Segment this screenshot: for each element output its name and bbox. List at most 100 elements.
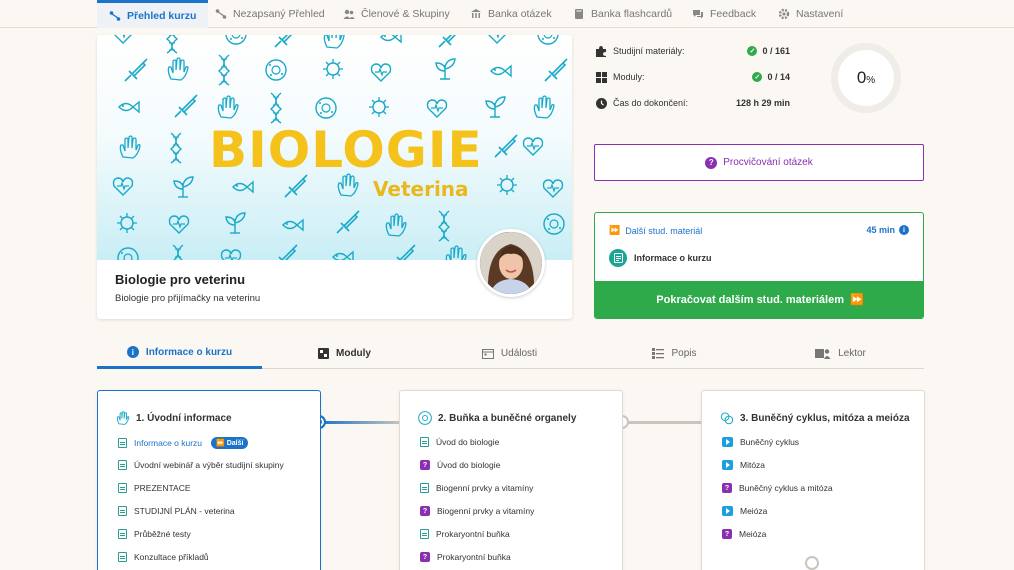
module-item[interactable]: ? Úvod do biologie — [420, 460, 500, 470]
module-title: 2. Buňka a buněčné organely — [418, 411, 576, 425]
next-badge: ⏩ Další — [211, 437, 249, 449]
section-tabs: i Informace o kurzu Moduly Události Popi… — [97, 338, 924, 369]
tab-course-info[interactable]: i Informace o kurzu — [97, 338, 262, 369]
flow-icon — [109, 10, 121, 21]
banner-subtitle: Veterina — [373, 177, 469, 201]
cell-icon — [418, 411, 432, 425]
module-item[interactable]: Průběžné testy — [118, 529, 191, 539]
tab-lecturer[interactable]: Lektor — [757, 338, 924, 369]
hand-icon — [116, 411, 130, 425]
feedback-icon — [693, 10, 703, 19]
stat-time: Čas do dokončení: 128 h 29 min — [596, 96, 796, 110]
course-card: BIOLOGIE Veterina Biologie pro veterinu … — [97, 35, 572, 319]
document-icon — [118, 552, 127, 562]
module-item[interactable]: Úvod do biologie — [420, 437, 499, 447]
tab-label: Členové & Skupiny — [361, 8, 450, 20]
next-material-time: 45 min i — [866, 225, 909, 235]
tab-members-groups[interactable]: Členové & Skupiny — [343, 0, 450, 28]
tab-settings[interactable]: Nastavení — [778, 0, 843, 28]
document-icon — [420, 529, 429, 539]
tab-label: Feedback — [710, 8, 757, 20]
module-item[interactable]: Meióza — [722, 506, 767, 516]
quiz-icon: ? — [420, 506, 430, 516]
tab-feedback[interactable]: Feedback — [692, 0, 756, 28]
tab-description[interactable]: Popis — [592, 338, 757, 369]
progress-percent: 0% — [856, 68, 876, 87]
quiz-icon: ? — [420, 460, 430, 470]
stat-value: ✓ 0 / 14 — [752, 72, 790, 82]
module-item[interactable]: Informace o kurzu ⏩ Další — [118, 437, 249, 449]
list-icon — [652, 348, 665, 359]
practice-questions-button[interactable]: ? Procvičování otázek — [594, 144, 924, 181]
next-material-box: ⏩ Další stud. materiál 45 min i Informac… — [594, 212, 924, 319]
course-banner: BIOLOGIE Veterina — [97, 35, 572, 260]
calendar-icon — [481, 349, 494, 359]
fast-forward-icon: ⏩ — [609, 225, 621, 235]
module-card[interactable]: 2. Buňka a buněčné organely Úvod do biol… — [399, 390, 623, 570]
tab-unenrolled-overview[interactable]: Nezapsaný Přehled — [215, 0, 325, 28]
tab-flashcard-bank[interactable]: Banka flashcardů — [573, 0, 672, 28]
tab-modules[interactable]: Moduly — [262, 338, 427, 369]
module-card[interactable]: 1. Úvodní informace Informace o kurzu ⏩ … — [97, 390, 321, 570]
module-item[interactable]: STUDIJNÍ PLÁN - veterina — [118, 506, 235, 516]
info-icon: i — [126, 346, 139, 358]
continue-button[interactable]: Pokračovat dalším stud. materiálem ⏩ — [595, 281, 923, 318]
tab-label: Banka flashcardů — [591, 8, 673, 20]
module-item[interactable]: Biogenní prvky a vitamíny — [420, 483, 533, 493]
tab-events[interactable]: Události — [427, 338, 592, 369]
users-icon — [343, 9, 355, 19]
video-icon — [722, 506, 733, 516]
module-card[interactable]: 3. Buněčný cyklus, mitóza a meióza Buněč… — [701, 390, 925, 570]
document-icon — [609, 249, 627, 267]
document-icon — [118, 438, 127, 448]
tab-question-bank[interactable]: Banka otázek — [470, 0, 552, 28]
course-title: Biologie pro veterinu — [115, 272, 246, 287]
quiz-icon: ? — [420, 552, 430, 562]
lecturer-avatar[interactable] — [477, 229, 545, 297]
module-item[interactable]: Buněčný cyklus — [722, 437, 799, 447]
video-icon — [722, 460, 733, 470]
video-icon — [722, 437, 733, 447]
document-icon — [118, 529, 127, 539]
quiz-icon: ? — [722, 483, 732, 493]
module-item[interactable]: Prokaryontní buňka — [420, 529, 510, 539]
document-icon — [118, 483, 127, 493]
module-item[interactable]: ? Meióza — [722, 529, 766, 539]
next-material-item[interactable]: Informace o kurzu — [609, 249, 712, 267]
course-subtitle: Biologie pro přijímačky na veterinu — [115, 293, 261, 304]
tab-label: Nezapsaný Přehled — [233, 8, 325, 20]
module-item[interactable]: PREZENTACE — [118, 483, 191, 493]
tab-course-overview[interactable]: Přehled kurzu — [97, 0, 209, 28]
tab-label: Přehled kurzu — [127, 9, 197, 22]
module-item[interactable]: ? Buněčný cyklus a mitóza — [722, 483, 833, 493]
gear-icon — [778, 8, 790, 20]
flow-icon — [215, 9, 227, 19]
module-item[interactable]: ? Biogenní prvky a vitamíny — [420, 506, 534, 516]
modules-icon — [596, 71, 607, 83]
document-icon — [118, 460, 127, 470]
stat-modules: Moduly: ✓ 0 / 14 — [596, 70, 796, 84]
document-icon — [420, 437, 429, 447]
tab-label: Banka otázek — [488, 8, 552, 20]
info-icon[interactable]: i — [899, 225, 909, 235]
next-material-heading: ⏩ Další stud. materiál — [609, 225, 703, 236]
module-connector — [320, 421, 400, 424]
stat-label: Moduly: — [613, 72, 645, 82]
module-title: 3. Buněčný cyklus, mitóza a meióza — [720, 411, 910, 425]
stat-label: Studijní materiály: — [613, 46, 685, 56]
stat-value: 128 h 29 min — [735, 98, 790, 108]
module-item[interactable]: Konzultace příkladů — [118, 552, 209, 562]
module-connector — [622, 421, 702, 424]
book-icon — [575, 9, 583, 19]
clock-icon — [596, 97, 607, 109]
tab-label: Nastavení — [796, 8, 844, 20]
module-item[interactable]: Mitóza — [722, 460, 765, 470]
document-icon — [118, 506, 127, 516]
question-icon: ? — [705, 156, 718, 169]
stat-value: ✓ 0 / 161 — [747, 46, 790, 56]
practice-label: Procvičování otázek — [723, 157, 813, 168]
module-item[interactable]: ? Prokaryontní buňka — [420, 552, 511, 562]
module-item[interactable]: Úvodní webinář a výběr studijní skupiny — [118, 460, 284, 470]
stat-label: Čas do dokončení: — [613, 98, 689, 108]
fast-forward-icon: ⏩ — [849, 294, 864, 306]
